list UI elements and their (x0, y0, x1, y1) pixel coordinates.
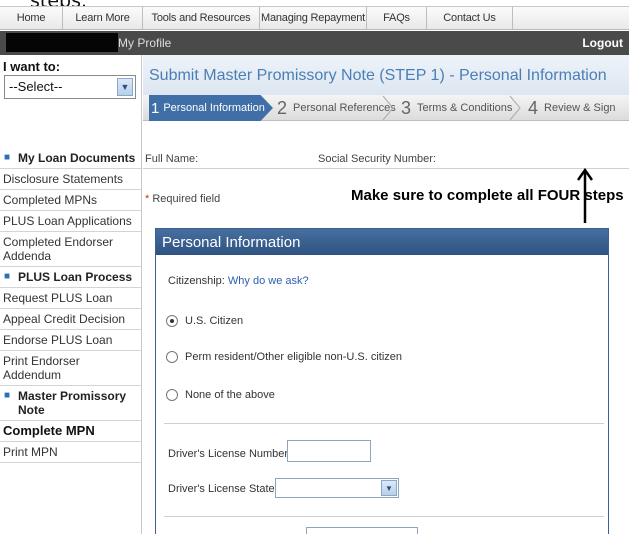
sidebar-item-endorse-plus-loan[interactable]: Endorse PLUS Loan (0, 330, 141, 351)
nav-tab-tools-and-resources[interactable]: Tools and Resources (143, 7, 260, 29)
my-profile-link[interactable]: My Profile (118, 36, 171, 50)
step-number: 2 (277, 97, 288, 118)
nav-tab-contact-us[interactable]: Contact Us (427, 7, 513, 29)
required-text: Required field (152, 193, 221, 205)
step-chevron-icon (382, 95, 394, 121)
nav-tab-faqs[interactable]: FAQs (367, 7, 427, 29)
sidebar-item-plus-loan-applications[interactable]: PLUS Loan Applications (0, 211, 141, 232)
personal-information-panel: Personal Information Citizenship: Why do… (155, 228, 609, 534)
step-label: Terms & Conditions (417, 102, 513, 114)
required-star: * (145, 193, 150, 205)
nav-tab-managing-repayment[interactable]: Managing Repayment (260, 7, 367, 29)
sidebar-heading-label: My Loan Documents (18, 151, 136, 165)
why-do-we-ask-link[interactable]: Why do we ask? (228, 275, 309, 287)
radio-unselected-icon[interactable] (166, 351, 178, 363)
sidebar-heading-my-loan-documents: ■ My Loan Documents (0, 148, 141, 169)
required-field-note: * Required field (145, 193, 220, 205)
sidebar-item-print-mpn[interactable]: Print MPN (0, 442, 141, 463)
full-name-label: Full Name: (145, 153, 199, 165)
bullet-icon: ■ (4, 152, 11, 163)
step-2-personal-references[interactable]: 2 Personal References (277, 95, 396, 121)
divider (164, 516, 604, 517)
drivers-license-number-input[interactable] (287, 440, 371, 462)
drivers-license-state-label: Driver's License State: (168, 483, 278, 495)
sidebar-item-disclosure-statements[interactable]: Disclosure Statements (0, 169, 141, 190)
drivers-license-number-label: Driver's License Number: (168, 448, 292, 460)
page-title-bar: Submit Master Promissory Note (STEP 1) -… (143, 55, 629, 95)
radio-label: Perm resident/Other eligible non-U.S. ci… (185, 351, 403, 363)
radio-label: U.S. Citizen (185, 315, 244, 327)
step-chevron-icon (509, 95, 521, 121)
i-want-to-label: I want to: (3, 59, 61, 74)
divider (164, 423, 604, 424)
citizenship-label: Citizenship: Why do we ask? (168, 275, 309, 287)
step-number: 3 (401, 97, 412, 118)
step-1-personal-information[interactable]: 1 Personal Information (149, 95, 273, 121)
radio-perm-resident[interactable]: Perm resident/Other eligible non-U.S. ci… (166, 351, 402, 363)
step-3-terms-and-conditions[interactable]: 3 Terms & Conditions (401, 95, 512, 121)
sidebar-item-request-plus-loan[interactable]: Request PLUS Loan (0, 288, 141, 309)
sidebar-item-appeal-credit-decision[interactable]: Appeal Credit Decision (0, 309, 141, 330)
ssn-label: Social Security Number: (318, 153, 436, 165)
step-number: 4 (528, 97, 539, 118)
bullet-icon: ■ (4, 271, 11, 282)
i-want-to-select[interactable]: --Select-- ▼ (4, 75, 136, 99)
radio-selected-icon[interactable] (166, 315, 178, 327)
redacted-name-box (6, 33, 118, 52)
page-title: Submit Master Promissory Note (STEP 1) -… (149, 67, 607, 84)
sidebar-list: ■ My Loan Documents Disclosure Statements… (0, 148, 141, 463)
sidebar-item-complete-mpn[interactable]: Complete MPN (0, 421, 141, 442)
drivers-license-state-select[interactable]: ▼ (275, 478, 399, 498)
step-label: Personal Information (163, 102, 265, 114)
sidebar: I want to: --Select-- ▼ ■ My Loan Documen… (0, 55, 142, 534)
radio-unselected-icon[interactable] (166, 389, 178, 401)
bullet-icon: ■ (4, 390, 11, 401)
main-content: Submit Master Promissory Note (STEP 1) -… (143, 55, 629, 534)
radio-label: None of the above (185, 389, 275, 401)
top-nav: Home Learn More Tools and Resources Mana… (0, 6, 629, 30)
nav-tab-home[interactable]: Home (0, 7, 63, 29)
panel-title: Personal Information (156, 229, 608, 255)
step-label: Review & Sign (544, 102, 616, 114)
sidebar-heading-label: PLUS Loan Process (18, 270, 133, 284)
logout-link[interactable]: Logout (582, 36, 623, 50)
chevron-down-icon[interactable]: ▼ (117, 78, 133, 96)
radio-none-of-the-above[interactable]: None of the above (166, 389, 275, 401)
sidebar-item-completed-endorser-addenda[interactable]: Completed Endorser Addenda (0, 232, 141, 267)
i-want-to-select-value: --Select-- (9, 79, 63, 94)
sidebar-item-print-endorser-addendum[interactable]: Print Endorser Addendum (0, 351, 141, 386)
sidebar-heading-plus-loan-process: ■ PLUS Loan Process (0, 267, 141, 288)
chevron-down-icon[interactable]: ▼ (381, 480, 397, 496)
sidebar-item-completed-mpns[interactable]: Completed MPNs (0, 190, 141, 211)
header-bar: My Profile Logout (0, 31, 629, 55)
partial-input-field[interactable] (306, 527, 418, 534)
sidebar-heading-label: Master Promissory Note (18, 389, 127, 417)
step-number: 1 (151, 99, 160, 117)
radio-us-citizen[interactable]: U.S. Citizen (166, 315, 243, 327)
step-4-review-and-sign[interactable]: 4 Review & Sign (528, 95, 616, 121)
nav-tab-empty (513, 7, 629, 29)
nav-tab-learn-more[interactable]: Learn More (63, 7, 143, 29)
up-arrow-icon (577, 167, 593, 223)
sidebar-heading-master-promissory-note: ■ Master Promissory Note (0, 386, 141, 421)
citizenship-label-text: Citizenship: (168, 275, 225, 287)
divider (143, 168, 629, 169)
step-progress-bar: 1 Personal Information 2 Personal Refere… (143, 95, 629, 121)
